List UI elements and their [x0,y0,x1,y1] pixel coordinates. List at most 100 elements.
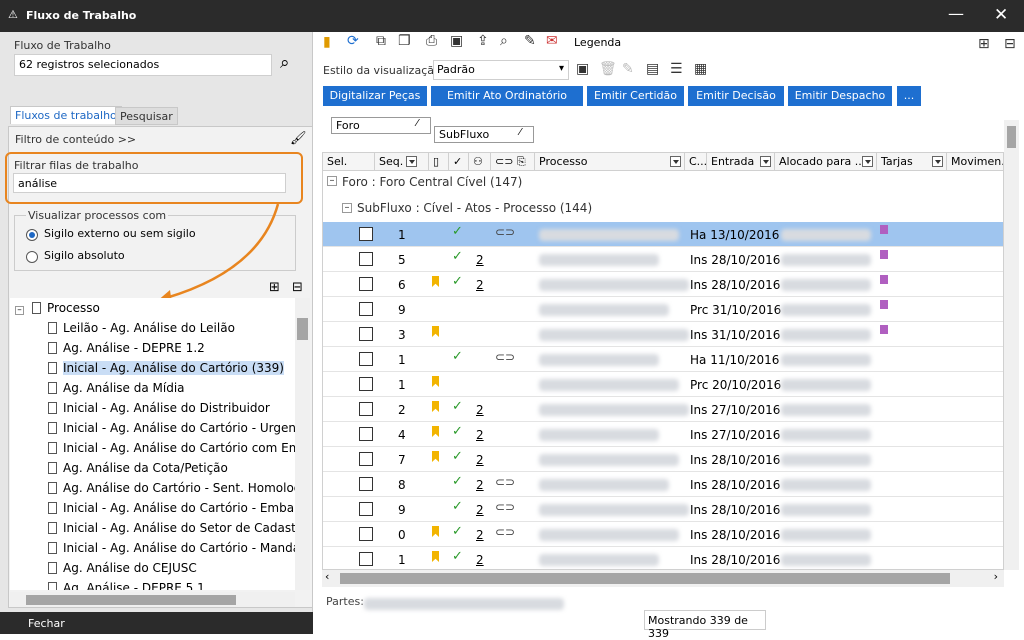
row-checkbox[interactable] [359,477,373,491]
row-count-link[interactable]: 2 [476,478,484,492]
filter-icon[interactable] [760,156,771,167]
row-count-link[interactable]: 2 [476,278,484,292]
tree-item[interactable]: Inicial - Ag. Análise do Cartório (339) [10,358,295,378]
tree-item[interactable]: Leilão - Ag. Análise do Leilão [10,318,295,338]
table-row[interactable]: 6 ✓ 2 Ins 28/10/2016 [323,272,1003,297]
row-count-link[interactable]: 2 [476,253,484,267]
row-checkbox[interactable] [359,227,373,241]
list-view-icon[interactable]: ⊟ [1004,36,1016,52]
grid-hscroll-thumb[interactable] [340,573,950,584]
col-sel[interactable]: Sel. [323,153,375,171]
row-checkbox[interactable] [359,377,373,391]
row-count-link[interactable]: 2 [476,553,484,567]
delete-view-icon[interactable]: 🗑 [599,61,617,77]
tree-item[interactable]: Inicial - Ag. Análise do Cartório - Emba… [10,498,295,518]
tree-vscroll[interactable] [295,298,310,590]
col-check[interactable]: ✓ [449,153,469,171]
export-icon[interactable]: ⇪ [477,33,489,49]
zoom-doc-icon[interactable]: ⌕ [500,33,508,49]
tree-item[interactable]: Inicial - Ag. Análise do Cartório - Mand… [10,538,295,558]
grid-hscroll[interactable]: ‹ › [322,570,1004,587]
col-alocado[interactable]: Alocado para ... [775,153,877,171]
radio-sigilo-externo[interactable] [26,229,38,241]
row-count-link[interactable]: 2 [476,528,484,542]
table-row[interactable]: 2 ✓ 2 Ins 27/10/2016 [323,397,1003,422]
table-row[interactable]: 1 ✓ 2 Ins 28/10/2016 [323,547,1003,569]
comment-icon[interactable]: ✎ [524,33,536,49]
col-tarjas[interactable]: Tarjas [877,153,947,171]
edit-view-icon[interactable]: ✎ [622,61,634,77]
refresh-icon[interactable]: ⟳ [347,33,359,49]
col-links[interactable]: ⊂⊃ ⎘ [491,153,535,171]
table-row[interactable]: 1 Prc 20/10/2016 [323,372,1003,397]
row-checkbox[interactable] [359,327,373,341]
tree-view-icon[interactable]: ⊞ [978,36,990,52]
row-checkbox[interactable] [359,452,373,466]
tree-vscroll-thumb[interactable] [297,318,308,340]
col-seq[interactable]: Seq. [375,153,429,171]
tree-hscroll[interactable] [10,592,295,607]
tree-item[interactable]: Ag. Análise - DEPRE 5.1 [10,578,295,590]
note-icon[interactable]: ▮ [323,34,331,50]
row-checkbox[interactable] [359,252,373,266]
row-count-link[interactable]: 2 [476,428,484,442]
legend-label[interactable]: Legenda [574,36,621,49]
row-count-link[interactable]: 2 [476,453,484,467]
filter-icon[interactable] [932,156,943,167]
grid-vscroll-thumb[interactable] [1007,126,1016,148]
filter-icon[interactable] [862,156,873,167]
grid-vscroll[interactable] [1004,120,1019,570]
table-row[interactable]: 4 ✓ 2 Ins 27/10/2016 [323,422,1003,447]
row-count-link[interactable]: 2 [476,503,484,517]
filter-icon[interactable] [670,156,681,167]
print-icon[interactable]: ⎙ [426,33,437,49]
table-row[interactable]: 1 ✓ ⊂⊃ Ha 11/10/2016 [323,347,1003,372]
row-checkbox[interactable] [359,552,373,566]
row-checkbox[interactable] [359,402,373,416]
brush-icon[interactable]: 🖌 [290,131,307,146]
row-checkbox[interactable] [359,427,373,441]
col-processo[interactable]: Processo [535,153,685,171]
remove-comment-icon[interactable]: ✉ [546,33,558,49]
save-view-icon[interactable]: ▣ [576,61,589,77]
columns-icon[interactable]: ▤ [646,61,659,77]
subgroup-collapse-icon[interactable]: – [342,203,352,213]
decisao-button[interactable]: Emitir Decisão [688,86,784,106]
tree-hscroll-thumb[interactable] [26,595,236,605]
list-icon[interactable]: ☰ [670,61,683,77]
row-checkbox[interactable] [359,502,373,516]
search-icon[interactable]: ⌕ [280,53,290,73]
ato-ordinatorio-button[interactable]: Emitir Ato Ordinatório [431,86,583,106]
queue-filter-input[interactable]: análise [13,173,286,193]
workflow-field[interactable]: 62 registros selecionados [14,54,272,76]
digitalizar-button[interactable]: Digitalizar Peças [323,86,427,106]
tree-item[interactable]: Inicial - Ag. Análise do Cartório - Urge… [10,418,295,438]
format-icon[interactable]: ▦ [694,61,707,77]
table-row[interactable]: 3 Ins 31/10/2016 [323,322,1003,347]
tab-fluxos[interactable]: Fluxos de trabalho [10,106,122,124]
col-people[interactable]: ⚇ [469,153,491,171]
row-checkbox[interactable] [359,527,373,541]
tree-item[interactable]: Ag. Análise do CEJUSC [10,558,295,578]
tree-item[interactable]: Inicial - Ag. Análise do Setor de Cadast… [10,518,295,538]
certidao-button[interactable]: Emitir Certidão [587,86,684,106]
group-chip-foro[interactable]: Foro ⁄ [331,117,431,134]
close-button[interactable]: Fechar [0,612,313,634]
table-row[interactable]: 5 ✓ 2 Ins 28/10/2016 [323,247,1003,272]
tree-item[interactable]: Ag. Análise do Cartório - Sent. Homolog.… [10,478,295,498]
close-window-icon[interactable]: ✕ [994,5,1008,25]
table-row[interactable]: 7 ✓ 2 Ins 28/10/2016 [323,447,1003,472]
minimize-icon[interactable]: — [948,4,964,23]
view-style-select[interactable]: Padrão ▾ [433,60,569,80]
despacho-button[interactable]: Emitir Despacho [788,86,892,106]
content-filter-link[interactable]: Filtro de conteúdo >> [15,133,136,146]
save-icon[interactable]: ▣ [450,33,463,49]
table-row[interactable]: 9 Prc 31/10/2016 [323,297,1003,322]
col-flag[interactable]: ▯ [429,153,449,171]
tree-item[interactable]: Ag. Análise da Mídia [10,378,295,398]
group-chip-subfluxo[interactable]: SubFluxo ⁄ [434,126,534,143]
table-row[interactable]: 8 ✓ 2 ⊂⊃ Ins 28/10/2016 [323,472,1003,497]
radio-sigilo-absoluto[interactable] [26,251,38,263]
row-count-link[interactable]: 2 [476,403,484,417]
tree-collapse-icon[interactable]: – [15,306,24,315]
